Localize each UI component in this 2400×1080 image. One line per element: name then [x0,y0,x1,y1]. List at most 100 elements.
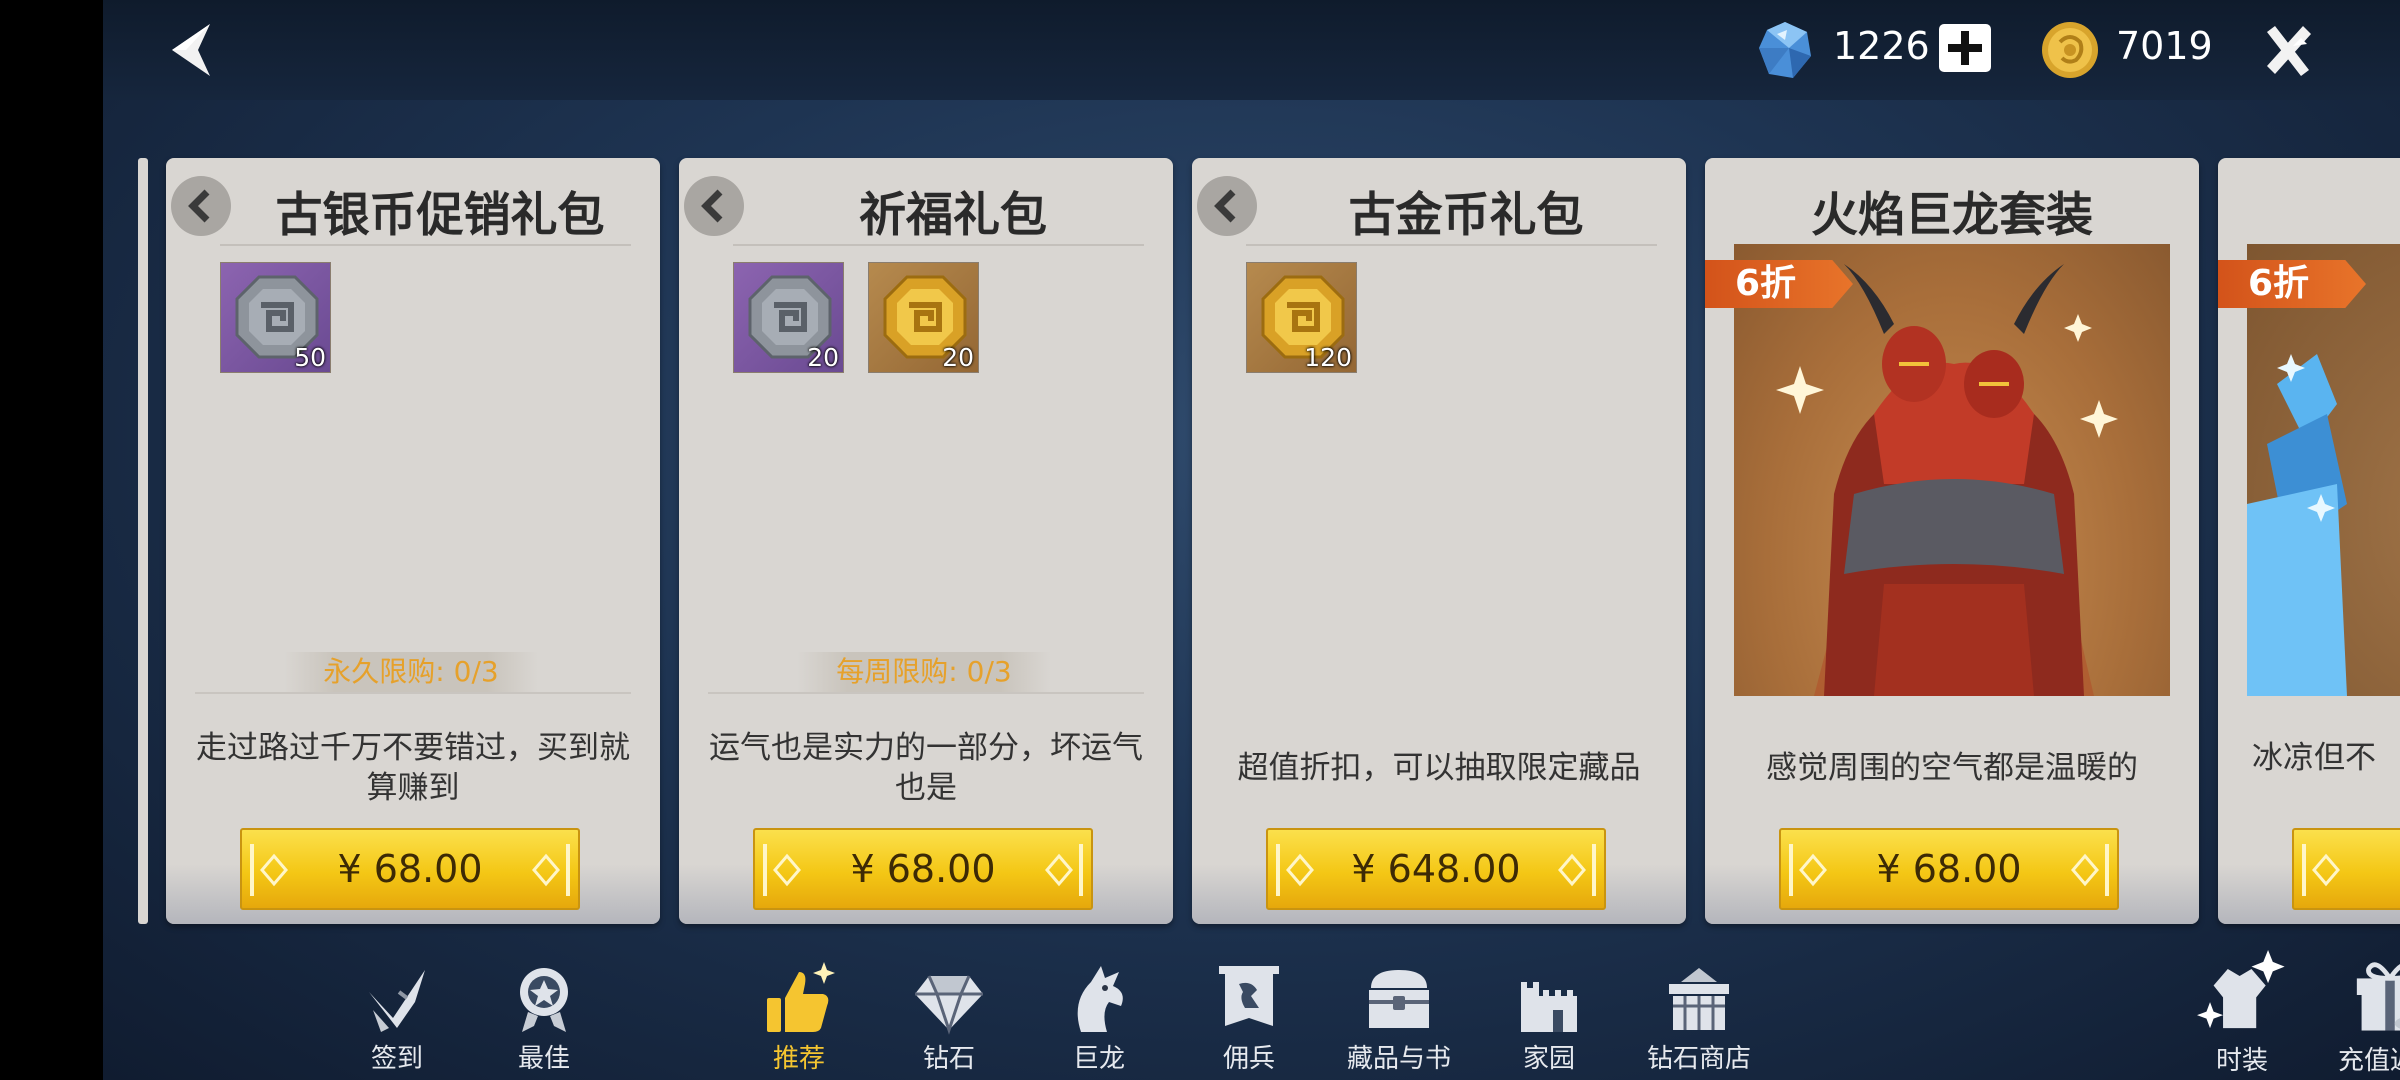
top-bar: 1226 7019 [103,0,2400,100]
buy-button[interactable] [2292,828,2400,910]
gem-count: 1226 [1833,24,1930,68]
nav-diamond[interactable]: 钻石 [884,962,1014,1080]
close-icon [2267,26,2311,76]
diamond-ornament-icon [250,844,288,896]
nav-label: 家园 [1522,1044,1575,1074]
diamond-ornament-icon [1558,844,1596,896]
checkin-icon [369,970,425,1032]
outfit-artwork[interactable] [2247,244,2400,696]
silver-coin-item[interactable]: 50 [220,262,331,373]
purchase-limit: 每周限购: 0/3 [797,652,1051,692]
pack-card-silver-coin[interactable]: 古银币促销礼包 50 永久限购: 0/3 走过路过千万不要错过，买到就算赚到 ¥… [166,158,660,924]
nav-label: 最佳 [517,1044,570,1074]
price-label: ¥ 68.00 [1876,847,2022,891]
card-description: 感觉周围的空气都是温暖的 [1766,750,2138,786]
plus-icon [1948,31,1982,65]
item-quantity: 120 [1304,343,1352,372]
silver-coin-item[interactable]: 20 [733,262,844,373]
divider [708,692,1144,694]
nav-dragon[interactable]: 巨龙 [1034,962,1164,1080]
nav-label: 钻石商店 [1646,1044,1751,1074]
pack-card-gold-coin[interactable]: 古金币礼包 120 超值折扣，可以抽取限定藏品 ¥ 648.00 [1192,158,1686,924]
shop-screen: 1226 7019 古银币促销礼包 50 永久限购: 0/3 走过路过千万不要错… [103,0,2400,1080]
thumbs-up-icon [767,962,835,1032]
item-quantity: 20 [942,343,974,372]
purchase-limit: 永久限购: 0/3 [284,652,538,692]
nav-label: 佣兵 [1222,1044,1275,1074]
screen-left-bezel [0,0,103,1080]
castle-icon [1521,982,1577,1032]
fashion-icon [2197,950,2285,1029]
price-label: ¥ 68.00 [337,847,483,891]
diamond-ornament-icon [532,844,570,896]
card-title: 古银币促销礼包 [275,188,605,243]
diamond-ornament-icon [763,844,801,896]
buy-button[interactable]: ¥ 648.00 [1266,828,1606,910]
nav-label: 藏品与书 [1346,1044,1451,1074]
nav-recharge-rebate[interactable]: 充值返利 [2325,950,2400,1076]
ice-armor-image [2247,354,2347,696]
collection-chest-icon [1369,970,1429,1028]
card-title: 古金币礼包 [1348,188,1584,243]
nav-label: 推荐 [772,1044,825,1074]
card-title: 火焰巨龙套装 [1811,188,2093,243]
pack-card-fire-dragon-outfit[interactable]: 火焰巨龙套装 6折 感觉周围的空气都是温暖的 ¥ 68.00 [1705,158,2199,924]
back-arrow-icon [172,24,210,76]
best-badge-icon [520,968,568,1032]
recharge-gift-icon [2356,962,2400,1031]
diamond-shop-icon [1669,968,1729,1030]
nav-home[interactable]: 家园 [1484,962,1614,1080]
divider [195,692,631,694]
dragon-icon [1077,966,1123,1032]
fire-dragon-armor-image [1776,264,2118,696]
card-title: 祈福礼包 [859,188,1047,243]
pack-card-ice-outfit[interactable]: 冰 6折 冰凉但不 [2218,158,2400,924]
nav-label: 充值返利 [2337,1046,2400,1076]
nav-recommended[interactable]: 推荐 [734,962,864,1080]
nav-label: 签到 [370,1044,423,1074]
price-label: ¥ 68.00 [850,847,996,891]
card-description: 冰凉但不 [2252,740,2376,776]
back-button[interactable] [158,16,228,84]
buy-button[interactable]: ¥ 68.00 [1779,828,2119,910]
card-description: 超值折扣，可以抽取限定藏品 [1237,750,1641,786]
nav-label: 时装 [2215,1046,2268,1076]
diamond-ornament-icon [2302,844,2340,896]
nav-checkin[interactable]: 签到 [332,962,462,1080]
buy-button[interactable]: ¥ 68.00 [240,828,580,910]
gem-icon [1753,18,1817,82]
close-button[interactable] [2253,18,2323,84]
buy-button[interactable]: ¥ 68.00 [753,828,1093,910]
previous-card-edge [138,158,148,924]
gold-coin-item[interactable]: 120 [1246,262,1357,373]
gold-coin-item[interactable]: 20 [868,262,979,373]
coin-count: 7019 [2116,24,2213,68]
divider [1246,244,1657,246]
discount-tag: 6折 [1705,260,1853,308]
mercenary-banner-icon [1219,966,1279,1026]
outfit-artwork[interactable] [1734,244,2170,696]
nav-diamond-shop[interactable]: 钻石商店 [1634,962,1764,1080]
diamond-ornament-icon [1789,844,1827,896]
add-gems-button[interactable] [1939,24,1991,72]
divider [733,244,1144,246]
nav-fashion[interactable]: 时装 [2177,950,2307,1076]
item-quantity: 50 [294,343,326,372]
item-quantity: 20 [807,343,839,372]
diamond-ornament-icon [1276,844,1314,896]
diamond-ornament-icon [2071,844,2109,896]
card-description: 运气也是实力的一部分，坏运气也是 [709,730,1143,806]
discount-tag: 6折 [2218,260,2366,308]
price-label: ¥ 648.00 [1351,847,1521,891]
nav-label: 巨龙 [1072,1044,1125,1074]
nav-best[interactable]: 最佳 [479,962,609,1080]
gold-coin-icon [2038,18,2102,82]
nav-label: 钻石 [922,1044,975,1074]
nav-mercenary[interactable]: 佣兵 [1184,962,1314,1080]
card-description: 走过路过千万不要错过，买到就算赚到 [196,730,630,806]
card-title: 冰 [2218,176,2400,245]
pack-card-blessing[interactable]: 祈福礼包 20 20 每周限购: 0/3 运气也是实力的一部分，坏运气也是 ¥ … [679,158,1173,924]
diamond-icon [915,975,983,1035]
nav-collection[interactable]: 藏品与书 [1334,962,1464,1080]
divider [220,244,631,246]
